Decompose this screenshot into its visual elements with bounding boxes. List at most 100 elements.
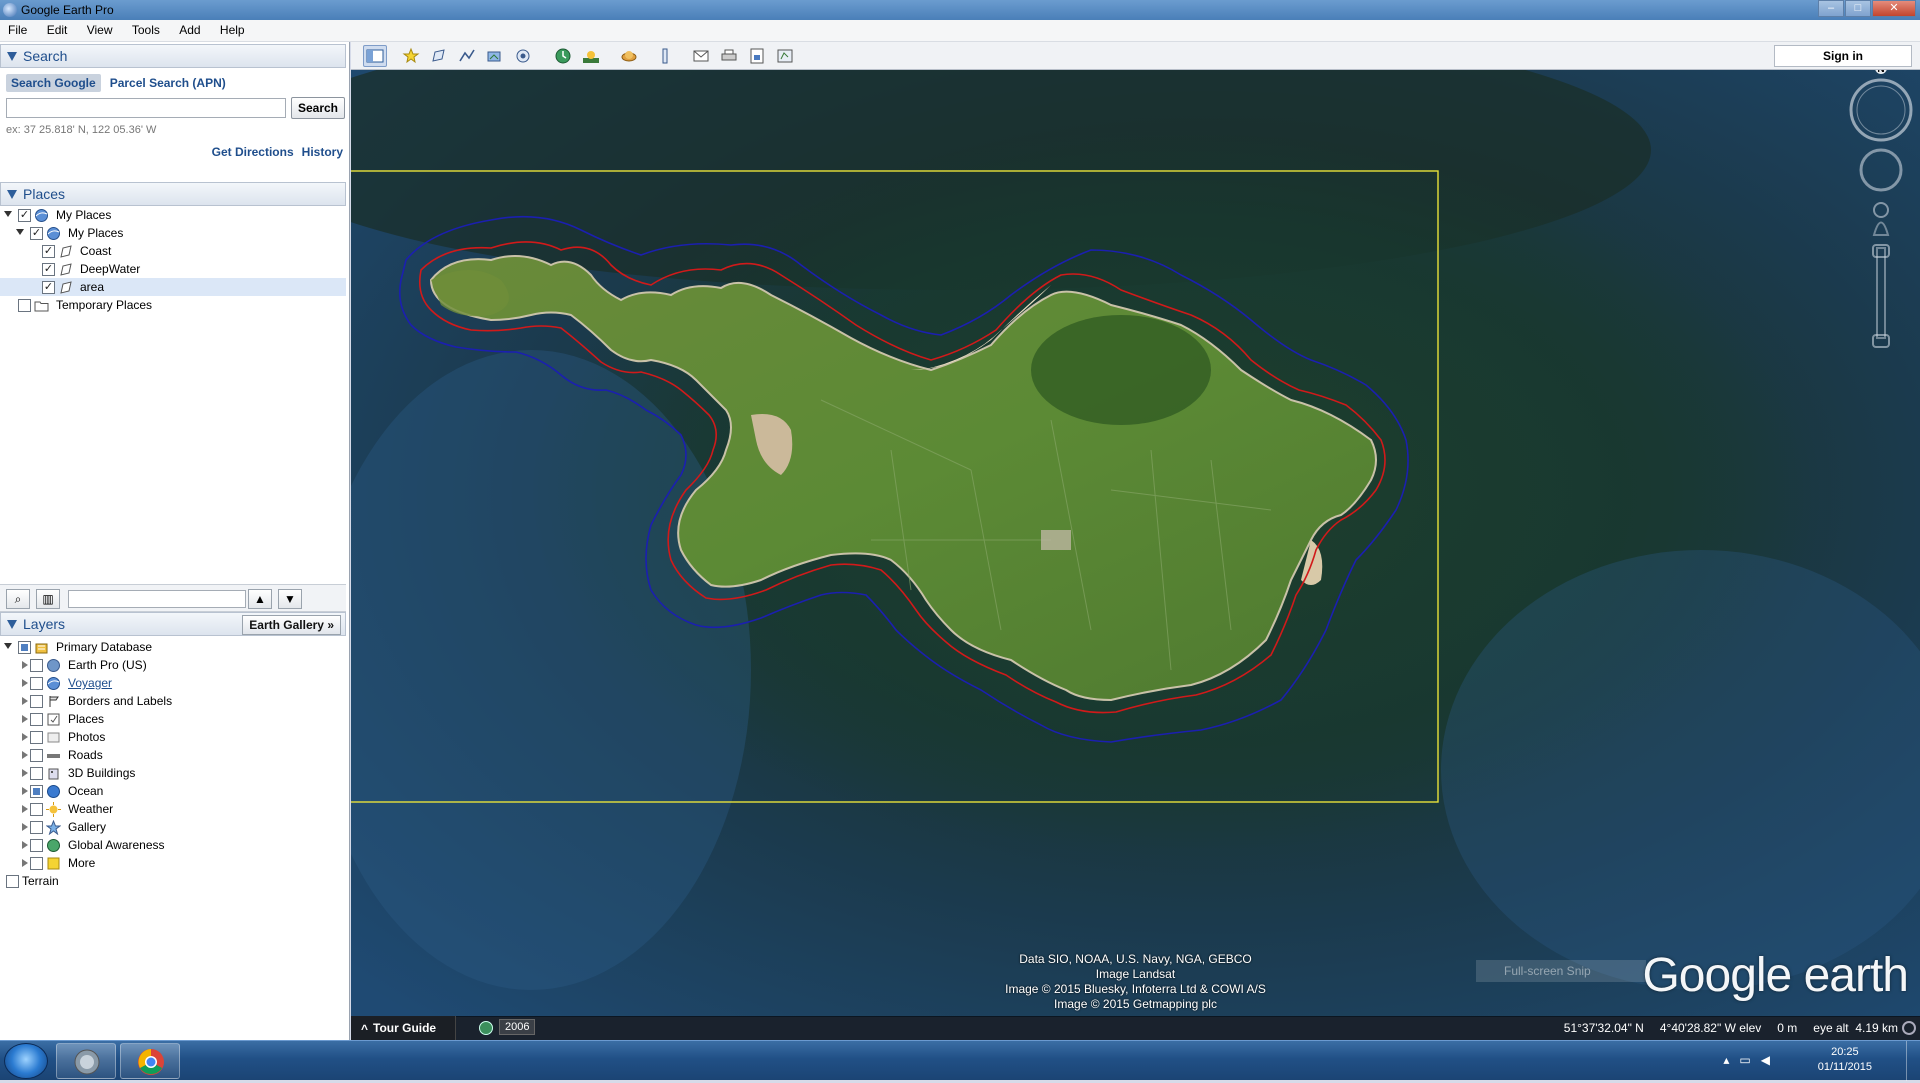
expand-arrow-icon[interactable]	[22, 859, 28, 867]
menu-view[interactable]: View	[79, 20, 121, 40]
checkbox[interactable]	[30, 821, 43, 834]
path-icon[interactable]	[455, 45, 479, 67]
expand-arrow-icon[interactable]	[22, 769, 28, 777]
clock[interactable]: 20:25 01/11/2015	[1818, 1045, 1872, 1075]
search-panel-header[interactable]: Search	[0, 44, 346, 68]
layer-item-terrain[interactable]: Terrain	[0, 872, 346, 890]
placemark-icon[interactable]	[399, 45, 423, 67]
checkbox[interactable]	[30, 839, 43, 852]
taskbar-google-earth[interactable]	[56, 1043, 116, 1079]
taskbar-chrome[interactable]	[120, 1043, 180, 1079]
expand-arrow-icon[interactable]	[22, 751, 28, 759]
checkbox[interactable]: ✓	[42, 281, 55, 294]
checkbox[interactable]	[6, 875, 19, 888]
move-down-icon[interactable]: ▼	[278, 589, 302, 609]
places-panel-header[interactable]: Places	[0, 182, 346, 206]
polygon-icon[interactable]	[427, 45, 451, 67]
layer-item-more[interactable]: More	[0, 854, 346, 872]
layer-item-places[interactable]: Places	[0, 710, 346, 728]
layer-item-primary-database[interactable]: Primary Database	[0, 638, 346, 656]
search-input[interactable]	[6, 98, 286, 118]
earth-map-view[interactable]: N Data SIO, NOAA, U.S. Navy, NGA, GEBCO …	[351, 70, 1920, 1017]
planet-switch-icon[interactable]	[617, 45, 641, 67]
checkbox[interactable]	[30, 731, 43, 744]
expand-arrow-icon[interactable]	[22, 679, 28, 687]
close-button[interactable]: ✕	[1872, 0, 1916, 17]
network-icon[interactable]: ▭	[1739, 1053, 1750, 1067]
panel-toggle-icon[interactable]: ▥	[36, 589, 60, 609]
search-button[interactable]: Search	[291, 97, 345, 119]
expand-arrow-icon[interactable]	[22, 697, 28, 705]
menu-help[interactable]: Help	[212, 20, 253, 40]
expand-arrow-icon[interactable]	[22, 823, 28, 831]
checkbox[interactable]: ✓	[18, 209, 31, 222]
checkbox[interactable]	[30, 713, 43, 726]
checkbox[interactable]	[30, 677, 43, 690]
layer-item-voyager[interactable]: Voyager	[0, 674, 346, 692]
expand-arrow-icon[interactable]	[22, 841, 28, 849]
save-image-icon[interactable]	[745, 45, 769, 67]
layer-item-global-awareness[interactable]: Global Awareness	[0, 836, 346, 854]
checkbox[interactable]: ✓	[30, 227, 43, 240]
full-screen-snip-overlay[interactable]: Full-screen Snip	[1476, 960, 1646, 982]
checkbox[interactable]	[30, 749, 43, 762]
expand-arrow-icon[interactable]	[4, 643, 12, 649]
tray-expand-icon[interactable]: ▴	[1723, 1053, 1729, 1067]
layer-item-borders-and-labels[interactable]: Borders and Labels	[0, 692, 346, 710]
menu-add[interactable]: Add	[171, 20, 208, 40]
start-button[interactable]	[4, 1043, 48, 1079]
expand-arrow-icon[interactable]	[16, 229, 24, 235]
get-directions-link[interactable]: Get Directions	[212, 145, 294, 159]
view-in-maps-icon[interactable]	[773, 45, 797, 67]
checkbox[interactable]	[30, 857, 43, 870]
volume-icon[interactable]: ◀	[1761, 1053, 1770, 1067]
checkbox[interactable]	[30, 785, 43, 798]
maximize-button[interactable]: □	[1845, 0, 1871, 17]
expand-arrow-icon[interactable]	[22, 733, 28, 741]
record-tour-icon[interactable]	[511, 45, 535, 67]
satellite-imagery[interactable]: N	[351, 70, 1920, 1017]
show-desktop-button[interactable]	[1906, 1041, 1920, 1081]
checkbox[interactable]	[18, 299, 31, 312]
tree-item-temporary-places[interactable]: Temporary Places	[0, 296, 346, 314]
layer-item-gallery[interactable]: Gallery	[0, 818, 346, 836]
tree-item-my-places-root[interactable]: ✓ My Places	[0, 206, 346, 224]
layer-item-weather[interactable]: Weather	[0, 800, 346, 818]
tree-item-area[interactable]: ✓ area	[0, 278, 346, 296]
expand-arrow-icon[interactable]	[22, 715, 28, 723]
email-icon[interactable]	[689, 45, 713, 67]
historical-imagery-icon[interactable]	[479, 1021, 493, 1035]
minimize-button[interactable]: –	[1818, 0, 1844, 17]
checkbox[interactable]	[30, 803, 43, 816]
tree-item-coast[interactable]: ✓ Coast	[0, 242, 346, 260]
search-icon[interactable]: ⌕	[6, 589, 30, 609]
tree-item-deepwater[interactable]: ✓ DeepWater	[0, 260, 346, 278]
layer-item-ocean[interactable]: Ocean	[0, 782, 346, 800]
earth-gallery-button[interactable]: Earth Gallery »	[242, 615, 341, 635]
menu-edit[interactable]: Edit	[39, 20, 76, 40]
checkbox[interactable]	[30, 695, 43, 708]
layer-item-3d-buildings[interactable]: 3D Buildings	[0, 764, 346, 782]
expand-arrow-icon[interactable]	[22, 661, 28, 669]
menu-tools[interactable]: Tools	[124, 20, 168, 40]
tab-parcel-search[interactable]: Parcel Search (APN)	[105, 74, 231, 92]
tab-search-google[interactable]: Search Google	[6, 74, 101, 92]
sign-in-button[interactable]: Sign in	[1774, 45, 1912, 67]
layer-item-roads[interactable]: Roads	[0, 746, 346, 764]
checkbox[interactable]	[30, 767, 43, 780]
checkbox[interactable]	[18, 641, 31, 654]
sunlight-icon[interactable]	[579, 45, 603, 67]
places-filter-input[interactable]	[68, 590, 246, 608]
expand-arrow-icon[interactable]	[22, 805, 28, 813]
expand-arrow-icon[interactable]	[22, 787, 28, 795]
checkbox[interactable]: ✓	[42, 263, 55, 276]
checkbox[interactable]	[30, 659, 43, 672]
layer-item-earth-pro-us[interactable]: Earth Pro (US)	[0, 656, 346, 674]
print-icon[interactable]	[717, 45, 741, 67]
tree-item-my-places[interactable]: ✓ My Places	[0, 224, 346, 242]
menu-file[interactable]: File	[0, 20, 35, 40]
historical-imagery-icon[interactable]	[551, 45, 575, 67]
layer-item-photos[interactable]: Photos	[0, 728, 346, 746]
layers-panel-header[interactable]: Layers Earth Gallery »	[0, 612, 346, 636]
history-link[interactable]: History	[302, 145, 343, 159]
